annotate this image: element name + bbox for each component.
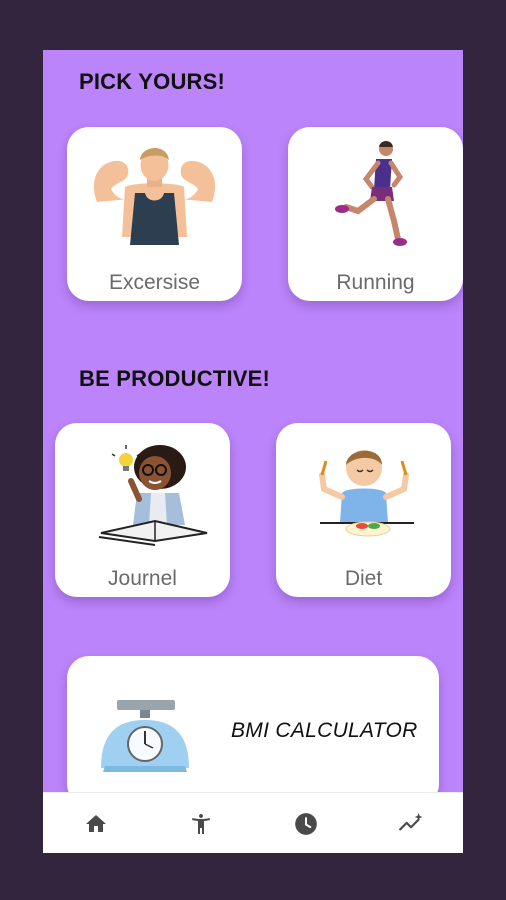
journal-card[interactable]: Journel (55, 423, 230, 597)
clock-icon (294, 812, 317, 835)
running-card-label: Running (336, 271, 415, 294)
home-icon (85, 814, 106, 832)
bmi-calculator-label: BMI CALCULATOR (231, 719, 418, 742)
muscle-man-icon (93, 147, 216, 245)
boy-eating-icon (319, 450, 414, 537)
section-title-pick-yours: PICK YOURS! (79, 69, 226, 94)
girl-writing-icon (98, 445, 208, 546)
bmi-calculator-card[interactable]: BMI CALCULATOR (67, 656, 439, 806)
exercise-card[interactable]: Excersise (67, 127, 242, 301)
trending-icon (398, 812, 422, 830)
exercise-card-label: Excersise (108, 271, 201, 294)
nav-home-button[interactable] (66, 799, 126, 849)
section-title-be-productive: BE PRODUCTIVE! (79, 366, 271, 391)
runner-icon (335, 141, 407, 246)
diet-card-label: Diet (344, 567, 383, 590)
running-card[interactable]: Running (288, 127, 463, 301)
weighing-scale-icon (101, 700, 189, 772)
person-icon (191, 813, 210, 834)
nav-progress-button[interactable] (381, 799, 441, 849)
nav-exercise-button[interactable] (171, 799, 231, 849)
nav-history-button[interactable] (276, 799, 336, 849)
journal-card-label: Journel (108, 567, 177, 590)
diet-card[interactable]: Diet (276, 423, 451, 597)
bottom-navigation (43, 792, 463, 853)
app-screen: PICK YOURS! Excersise Running BE PRODUCT… (43, 50, 463, 853)
